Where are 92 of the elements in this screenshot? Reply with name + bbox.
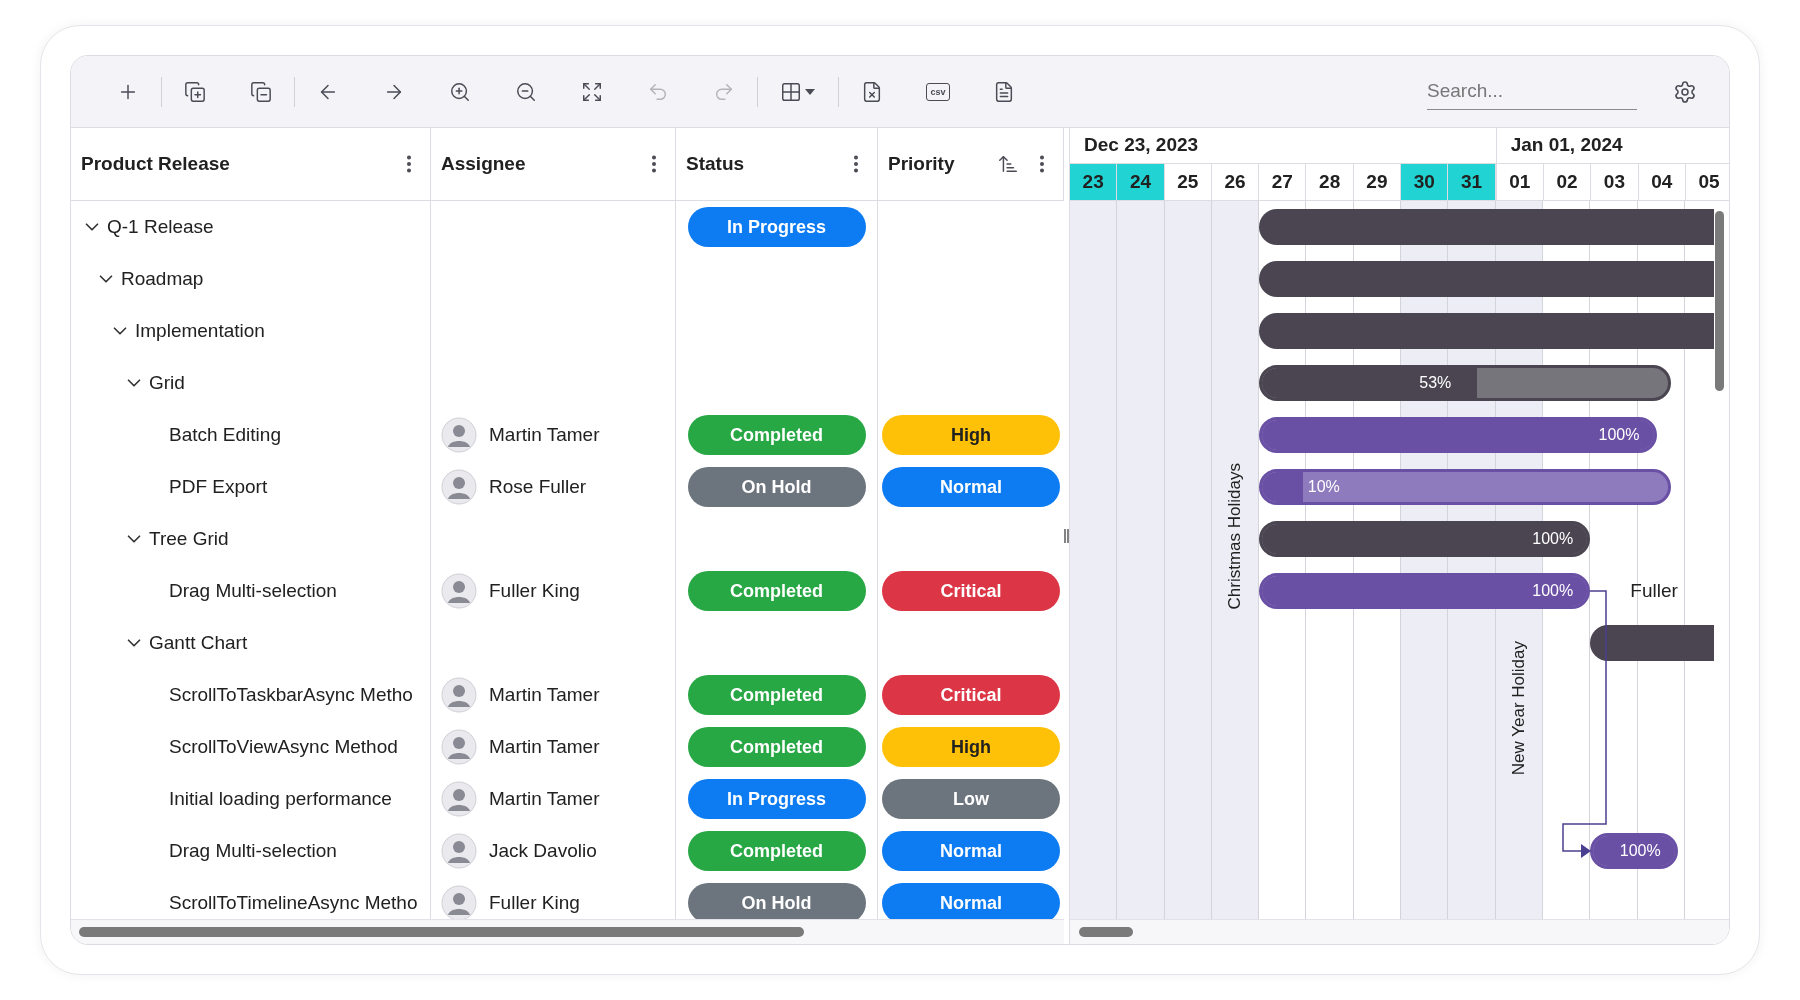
assignee-name: Rose Fuller (489, 474, 587, 499)
search-field[interactable]: Search... (1427, 73, 1637, 110)
assignee-name: Jack Davolio (489, 838, 597, 863)
status-pill: Completed (687, 415, 866, 455)
status-pill: Normal (882, 883, 1060, 920)
task-name: Batch Editing (169, 422, 281, 447)
task-name: Q-1 Release (107, 214, 214, 239)
task-name: PDF Export (169, 474, 268, 499)
progress-label: 53% (1419, 373, 1452, 393)
status-pill: Completed (687, 675, 866, 715)
column-header[interactable]: Assignee (431, 128, 676, 200)
horizontal-scrollbar[interactable] (71, 919, 1064, 944)
assignee-name: Fuller King (489, 578, 580, 603)
avatar-icon (441, 781, 477, 817)
progress-label: 10% (1307, 477, 1340, 497)
column-title: Assignee (441, 151, 527, 176)
task-bar[interactable] (1259, 469, 1671, 505)
status-pill: Completed (687, 831, 866, 871)
month-label: Dec 23, 2023 (1084, 133, 1199, 157)
csv-export-button[interactable]: csv (926, 82, 950, 101)
grid-icon (780, 80, 802, 103)
day-cell: 31 (1448, 163, 1496, 200)
summary-bar[interactable] (1259, 365, 1671, 401)
column-header[interactable]: Status (676, 128, 878, 200)
zoom-in-icon (449, 80, 471, 103)
status-pill: Normal (882, 467, 1060, 507)
status-pill: Normal (882, 831, 1060, 871)
status-pill: Low (882, 779, 1060, 819)
sort-icon[interactable] (997, 153, 1019, 175)
resource-label: Fuller (1630, 579, 1678, 603)
progress-label: 100% (1619, 841, 1661, 861)
avatar-icon (441, 417, 477, 453)
column-title: Status (686, 151, 746, 176)
file-icon (993, 80, 1015, 103)
zoom-out-icon (515, 80, 537, 103)
progress-label: 100% (1598, 425, 1640, 445)
column-title: Product Release (81, 151, 231, 176)
progress-label: 100% (1532, 529, 1574, 549)
avatar-icon (441, 729, 477, 765)
status-pill: In Progress (687, 207, 866, 247)
holiday-label: Christmas Holidays (1224, 463, 1246, 610)
column-title: Priority (888, 151, 956, 176)
status-pill: On Hold (687, 883, 866, 920)
task-name: ScrollToTimelineAsync Metho (169, 890, 418, 915)
assignee-name: Martin Tamer (489, 682, 600, 707)
avatar-icon (441, 469, 477, 505)
file-x-icon (861, 80, 883, 103)
task-name: Roadmap (121, 266, 204, 291)
status-pill: Critical (882, 571, 1060, 611)
day-cell: 24 (1117, 163, 1165, 200)
status-pill: On Hold (687, 467, 866, 507)
day-cell: 30 (1401, 163, 1449, 200)
splitter-handle-icon[interactable] (1064, 529, 1069, 543)
task-name: Initial loading performance (169, 786, 392, 811)
task-name: Grid (149, 370, 185, 395)
status-pill: In Progress (687, 779, 866, 819)
avatar-icon (441, 677, 477, 713)
avatar-icon (441, 885, 477, 920)
column-header[interactable]: Product Release (71, 128, 431, 200)
expand-icon (581, 80, 603, 103)
holiday-label: New Year Holiday (1508, 641, 1530, 776)
avatar-icon (441, 573, 477, 609)
status-pill: Completed (687, 727, 866, 767)
assignee-name: Martin Tamer (489, 734, 600, 759)
avatar-icon (441, 833, 477, 869)
task-name: Tree Grid (149, 526, 229, 551)
scrollbar-thumb[interactable] (1079, 927, 1133, 937)
status-pill: High (882, 727, 1060, 767)
copy-plus-icon (184, 80, 206, 103)
status-pill: Critical (882, 675, 1060, 715)
summary-bar[interactable] (1590, 625, 1714, 661)
horizontal-scrollbar[interactable] (1070, 919, 1729, 944)
gear-icon (1673, 79, 1697, 104)
caret-icon (804, 87, 816, 96)
task-name: ScrollToTaskbarAsync Metho (169, 682, 413, 707)
scrollbar-thumb[interactable] (79, 927, 804, 938)
column-header[interactable]: Priority (878, 128, 1064, 200)
assignee-name: Fuller King (489, 890, 580, 915)
assignee-name: Martin Tamer (489, 786, 600, 811)
month-label: Jan 01, 2024 (1510, 133, 1623, 157)
assignee-name: Martin Tamer (489, 422, 600, 447)
task-name: Drag Multi-selection (169, 578, 337, 603)
task-name: ScrollToViewAsync Method (169, 734, 398, 759)
task-name: Drag Multi-selection (169, 838, 337, 863)
status-pill: Completed (687, 571, 866, 611)
progress-label: 100% (1532, 581, 1574, 601)
status-pill: High (882, 415, 1060, 455)
vertical-scrollbar-thumb[interactable] (1715, 211, 1724, 391)
task-name: Gantt Chart (149, 630, 248, 655)
copy-minus-icon (250, 80, 272, 103)
task-name: Implementation (135, 318, 265, 343)
day-cell: 23 (1070, 163, 1118, 200)
